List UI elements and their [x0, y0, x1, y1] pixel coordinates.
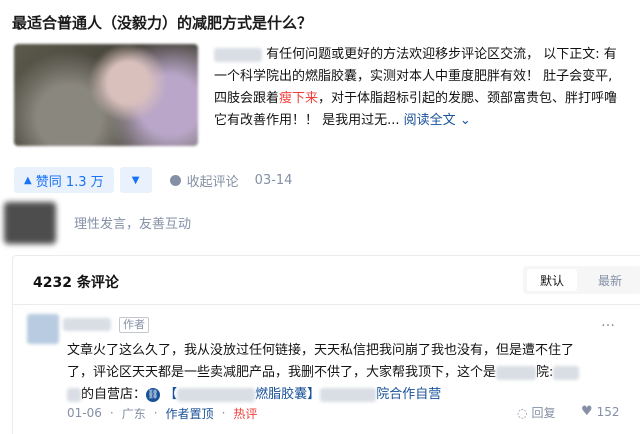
comment-count: 4232 条评论	[33, 275, 119, 291]
separator-dot: ·	[153, 406, 158, 420]
comment-meta: 01-06 · 广东 · 作者置顶 · 热评 ◌ 回复 ♥ 152	[67, 404, 633, 422]
comment-date: 01-06	[67, 406, 102, 420]
excerpt-line-3: 四肢会跟着瘦下来，对于体脂超标引起的发腮、颈部富贵包、胖打呼噜	[214, 91, 618, 106]
link-icon: ⛓	[146, 387, 161, 402]
triangle-down-icon: ▼	[131, 174, 140, 186]
reply-button[interactable]: ◌ 回复	[517, 404, 564, 421]
comment-body: 文章火了这么久了，我从没放过任何链接，天天私信把我问崩了我也没有，但是遭不住了 …	[67, 340, 633, 406]
sort-latest-button[interactable]: 最新	[585, 269, 635, 291]
upvote-button[interactable]: ▲ 赞同 1.3 万	[14, 167, 114, 193]
sort-toggle: 默认 最新	[523, 266, 640, 294]
question-title[interactable]: 最适合普通人（没毅力）的减肥方式是什么？	[12, 12, 312, 33]
answer-actions: ▲ 赞同 1.3 万 ▼ 收起评论 03-14	[14, 167, 292, 193]
reply-icon: ◌	[517, 405, 528, 420]
answer-excerpt[interactable]: 有任何问题或更好的方法欢迎移步评论区交流， 以下正文: 有 一个科学院出的燃脂胶…	[214, 44, 630, 132]
blurred-text	[320, 387, 377, 402]
comment-line-2: 了，评论区天天都是一些卖减肥产品，我删不供了，大家帮我顶下，这个是 院:	[67, 362, 633, 384]
comment-input[interactable]: 理性发言，友善互动	[74, 213, 191, 232]
author-name-blurred	[214, 47, 262, 62]
comment-input-row: 理性发言，友善互动	[0, 199, 640, 247]
blurred-text	[496, 365, 537, 380]
blurred-text	[177, 387, 256, 402]
author-badge: 作者	[119, 317, 149, 333]
chevron-down-icon: ⌄	[459, 113, 471, 128]
comments-header: 4232 条评论 默认 最新	[13, 256, 640, 305]
hot-tag: 热评	[233, 406, 258, 421]
sort-default-button[interactable]: 默认	[527, 269, 577, 291]
comment-bubble-icon	[169, 174, 181, 186]
comments-panel: 4232 条评论 默认 最新 作者 … 文章火了这么久了，我从没放过任何链接，天…	[12, 255, 640, 434]
commenter-avatar[interactable]	[27, 314, 59, 344]
product-link[interactable]: 【燃脂胶囊】 院合作自营	[164, 387, 441, 402]
blurred-text	[553, 365, 580, 380]
collapse-comments-button[interactable]: 收起评论	[169, 171, 239, 190]
commenter-name-blurred[interactable]	[63, 318, 111, 331]
comment-line-1: 文章火了这么久了，我从没放过任何链接，天天私信把我问崩了我也没有，但是遭不住了	[67, 343, 575, 358]
separator-dot: ·	[109, 406, 114, 420]
more-menu-icon[interactable]: …	[601, 314, 615, 330]
read-more-link[interactable]: 阅读全文 ⌄	[404, 113, 471, 128]
blurred-text	[67, 387, 81, 402]
highlight-text: 瘦下来	[279, 91, 319, 106]
excerpt-line-4: 它有改善作用！！ 是我用过无... 阅读全文 ⌄	[214, 113, 471, 128]
pinned-tag: 作者置顶	[165, 406, 214, 421]
user-avatar	[4, 202, 56, 244]
comment-location: 广东	[121, 406, 146, 421]
comment-line-3: 的自营店：⛓ 【燃脂胶囊】 院合作自营	[67, 384, 633, 406]
separator-dot: ·	[221, 406, 226, 420]
like-button[interactable]: ♥ 152	[581, 404, 628, 419]
answer-thumbnail[interactable]	[14, 44, 198, 146]
excerpt-line-1: 有任何问题或更好的方法欢迎移步评论区交流， 以下正文: 有	[214, 44, 630, 66]
downvote-button[interactable]: ▼	[119, 167, 152, 193]
heart-icon: ♥	[581, 404, 593, 419]
triangle-up-icon: ▲	[24, 174, 32, 186]
answer-date: 03-14	[254, 172, 293, 188]
excerpt-line-2: 一个科学院出的燃脂胶囊，实测对本人中重度肥胖有效！ 肚子会变平,	[214, 69, 613, 84]
